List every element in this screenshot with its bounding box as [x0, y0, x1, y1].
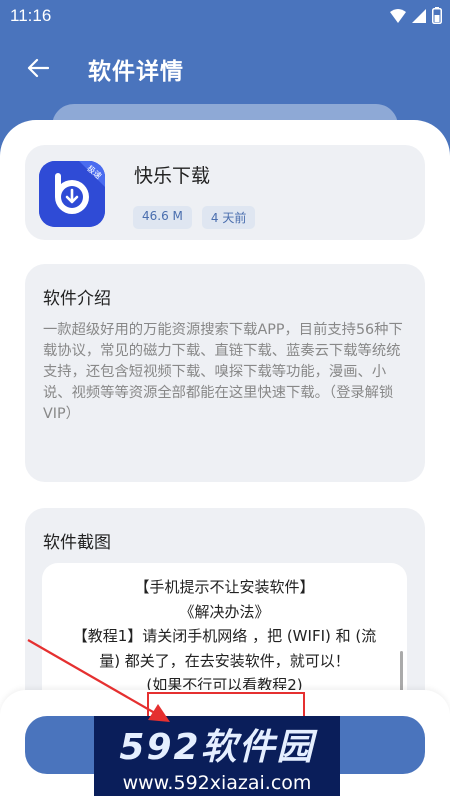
app-logo-graphic: 极速	[39, 161, 105, 227]
intro-title: 软件介绍	[43, 289, 111, 309]
intro-text: 一款超级好用的万能资源搜索下载APP，目前支持56种下载协议，常见的磁力下载、直…	[43, 322, 403, 422]
screenshot-line: 《解决办法》	[179, 602, 270, 621]
status-icons	[390, 7, 442, 24]
screenshots-title: 软件截图	[43, 533, 111, 553]
screenshot-line: 【手机提示不让安装软件】	[134, 578, 315, 596]
app-bar: 软件详情	[0, 40, 450, 96]
back-button[interactable]	[20, 50, 56, 86]
wifi-icon	[390, 8, 406, 23]
screenshot-text: 【手机提示不让安装软件】 《解决办法》 【教程1】请关闭手机网络 ，把 (WIF…	[42, 563, 407, 698]
app-info-card: 极速 快乐下载 46.6 M 4 天前	[25, 145, 425, 240]
app-name: 快乐下载	[134, 165, 211, 187]
site-watermark: 592软件园 www.592xiazai.com	[94, 716, 340, 796]
app-logo: 极速	[39, 161, 105, 227]
watermark-title: 592软件园	[119, 727, 315, 768]
updated-badge: 4 天前	[201, 206, 256, 229]
screenshot-line: 量) 都关了，在去安装软件，就可以！	[99, 651, 350, 670]
app-meta-badges: 46.6 M 4 天前	[133, 206, 256, 229]
battery-icon	[432, 7, 442, 24]
status-bar: 11:16	[0, 0, 450, 32]
page-title: 软件详情	[88, 59, 184, 85]
size-badge: 46.6 M	[133, 206, 192, 229]
watermark-url: www.592xiazai.com	[122, 772, 312, 794]
signal-icon	[412, 8, 426, 23]
intro-card: 软件介绍 一款超级好用的万能资源搜索下载APP，目前支持56种下载协议，常见的磁…	[25, 264, 425, 482]
status-time: 11:16	[10, 6, 52, 25]
screenshot-line: 【教程1】请关闭手机网络 ，把 (WIFI) 和 (流	[72, 627, 377, 645]
arrow-left-icon	[27, 58, 49, 78]
